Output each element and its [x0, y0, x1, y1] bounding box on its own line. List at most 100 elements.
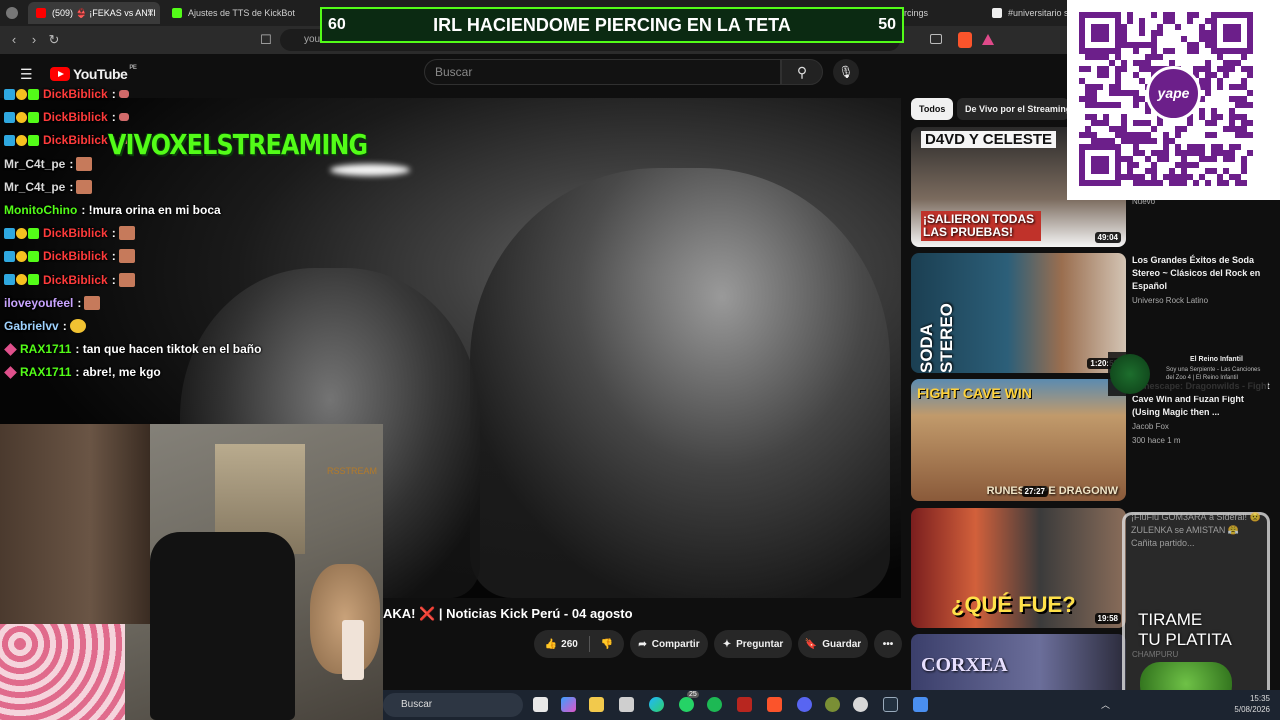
dota-icon[interactable] — [737, 697, 752, 712]
chat-text: : — [77, 295, 82, 310]
app-icon[interactable] — [825, 697, 840, 712]
youtube-favicon-icon — [36, 8, 46, 18]
tab-youtube[interactable]: (509) 👙 ¡FEKAS vs ANTI × — [28, 2, 160, 24]
qr-module — [1115, 12, 1121, 18]
chat-username[interactable]: Mr_C4t_pe — [4, 157, 65, 171]
tab-tiktok[interactable]: #universitario sac — [984, 2, 1074, 24]
chat-username[interactable]: Mr_C4t_pe — [4, 180, 65, 194]
save-button[interactable]: 🔖 Guardar — [798, 630, 868, 658]
youtube-logo[interactable]: YouTube PE — [50, 65, 137, 82]
more-actions-button[interactable]: ••• — [874, 630, 902, 658]
qr-module — [1217, 180, 1223, 186]
filter-chip-all[interactable]: Todos — [911, 98, 954, 120]
qr-module — [1139, 96, 1145, 102]
sidebar-video-2[interactable]: SODA STEREO 1:20:52 — [911, 253, 1126, 373]
chat-username[interactable]: DickBiblick — [43, 87, 108, 101]
qr-module — [1115, 54, 1121, 60]
bookmark-icon[interactable]: ☐ — [258, 32, 274, 48]
qr-module — [1205, 168, 1211, 174]
search-button[interactable]: ⚲ — [781, 59, 823, 85]
filter-chip-channel[interactable]: De Vivo por el Streaming — [957, 98, 1069, 120]
browser-profile-icon[interactable] — [6, 7, 18, 19]
file-explorer-icon[interactable] — [589, 697, 604, 712]
qr-module — [1115, 162, 1121, 168]
steam-icon[interactable] — [883, 697, 898, 712]
system-tray-chevron-icon[interactable]: ︿ — [1101, 698, 1110, 711]
qr-module — [1091, 132, 1097, 138]
qr-module — [1217, 54, 1223, 60]
voice-search-button[interactable]: 🎙 — [833, 59, 859, 85]
qr-module — [1193, 162, 1199, 168]
reload-icon[interactable]: ↻ — [46, 32, 62, 48]
task-view-icon[interactable] — [533, 697, 548, 712]
discord-icon[interactable] — [797, 697, 812, 712]
obs-icon[interactable] — [853, 697, 868, 712]
video-person-right — [470, 168, 890, 598]
taskbar-search[interactable]: Buscar — [383, 693, 523, 717]
qr-module — [1151, 180, 1157, 186]
qr-module — [1091, 30, 1097, 36]
brave-icon[interactable] — [767, 697, 782, 712]
sidebar-video-3[interactable]: FIGHT CAVE WIN RUNESCAPE DRAGONW 27:27 — [911, 379, 1126, 501]
share-button[interactable]: ➦ Compartir — [630, 630, 708, 658]
like-button[interactable]: 👍 260 — [545, 639, 578, 650]
qr-module — [1163, 12, 1169, 18]
tab-kickbot[interactable]: Ajustes de TTS de KickBot — [164, 2, 304, 24]
whatsapp-icon[interactable] — [679, 697, 694, 712]
brave-shield-icon[interactable] — [958, 32, 972, 48]
edge-icon[interactable] — [649, 697, 664, 712]
video-title-part: AKA! — [383, 606, 420, 621]
qr-module — [1133, 150, 1139, 156]
qr-module — [1103, 144, 1109, 150]
back-icon[interactable]: ‹ — [6, 32, 22, 48]
thumb-text: D4VD Y CELESTE — [921, 131, 1056, 148]
tab-third[interactable]: rcings — [896, 2, 986, 24]
search-input[interactable]: Buscar — [424, 59, 781, 85]
qr-module — [1115, 132, 1121, 138]
qr-module — [1091, 144, 1097, 150]
sidebar-video-5[interactable]: CORXEA — [911, 634, 1126, 690]
qr-module — [1205, 132, 1211, 138]
chat-username[interactable]: Gabrielvv — [4, 319, 59, 333]
tab-close-icon[interactable]: × — [147, 6, 154, 20]
forward-icon[interactable]: › — [26, 32, 42, 48]
chat-username[interactable]: RAX1711 — [20, 365, 71, 379]
brave-rewards-icon[interactable] — [982, 34, 994, 45]
qr-module — [1103, 120, 1109, 126]
qr-module — [1109, 84, 1115, 90]
cast-icon[interactable] — [930, 34, 942, 44]
dislike-button[interactable]: 👎 — [601, 639, 613, 650]
qr-module — [1205, 78, 1211, 84]
chat-username[interactable]: DickBiblick — [43, 249, 108, 263]
qr-module — [1151, 30, 1157, 36]
chat-username[interactable]: MonitoChino — [4, 203, 77, 217]
video-title-2[interactable]: Los Grandes Éxitos de Soda Stereo ~ Clás… — [1132, 254, 1274, 293]
qr-module — [1205, 72, 1211, 78]
like-count: 260 — [561, 638, 578, 650]
qr-module — [1103, 138, 1109, 144]
qr-module — [1223, 30, 1229, 36]
chat-username[interactable]: DickBiblick — [43, 133, 108, 147]
sidebar-video-4[interactable]: ¿QUÉ FUE? 19:58 — [911, 508, 1126, 628]
copilot-icon[interactable] — [561, 697, 576, 712]
notepad-icon[interactable] — [913, 697, 928, 712]
store-icon[interactable] — [619, 697, 634, 712]
chat-username[interactable]: DickBiblick — [43, 273, 108, 287]
taskbar-clock[interactable]: 15:35 5/08/2026 — [1234, 693, 1270, 715]
qr-module — [1145, 60, 1151, 66]
chat-username[interactable]: iloveyoufeel — [4, 296, 73, 310]
menu-icon[interactable]: ☰ — [20, 66, 33, 83]
qr-module — [1235, 174, 1241, 180]
channel-name[interactable]: Jacob Fox — [1132, 422, 1169, 431]
chat-text: : — [111, 110, 116, 125]
qr-module — [1091, 180, 1097, 186]
region-code: PE — [129, 65, 137, 71]
chat-username[interactable]: DickBiblick — [43, 226, 108, 240]
ask-button[interactable]: ✦ Preguntar — [714, 630, 792, 658]
chat-username[interactable]: RAX1711 — [20, 342, 71, 356]
channel-name[interactable]: Universo Rock Latino — [1132, 296, 1208, 305]
badge-subscriber-icon — [16, 274, 27, 286]
embedded-popup[interactable]: El Reino Infantil Soy una Serpiente - La… — [1108, 352, 1268, 396]
spotify-icon[interactable] — [707, 697, 722, 712]
chat-username[interactable]: DickBiblick — [43, 110, 108, 124]
